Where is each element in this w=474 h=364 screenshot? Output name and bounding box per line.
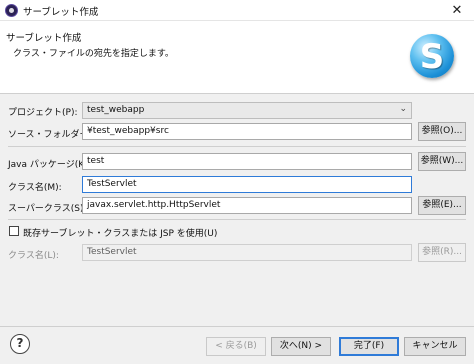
java-package-label: Java パッケージ(K):: [8, 160, 91, 170]
cancel-button[interactable]: キャンセル: [404, 337, 466, 356]
finish-button[interactable]: 完了(F): [339, 337, 399, 356]
superclass-input[interactable]: javax.servlet.http.HttpServlet: [82, 197, 412, 214]
chevron-down-icon: ⌄: [399, 104, 407, 114]
window-title: サーブレット作成: [23, 7, 99, 18]
use-existing-label: 既存サーブレット・クラスまたは JSP を使用(U): [23, 229, 218, 239]
separator: [8, 146, 466, 147]
class-name-input[interactable]: TestServlet: [82, 176, 412, 193]
browse-source-folder-button[interactable]: 参照(O)...: [418, 122, 466, 141]
browse-package-button[interactable]: 参照(W)...: [418, 152, 466, 171]
back-button[interactable]: < 戻る(B): [206, 337, 266, 356]
footer-separator: [0, 326, 474, 327]
use-existing-checkbox[interactable]: [9, 226, 19, 236]
java-package-input[interactable]: test: [82, 153, 412, 170]
project-select[interactable]: test_webapp ⌄: [82, 102, 412, 119]
browse-existing-class-button[interactable]: 参照(R)...: [418, 243, 466, 262]
wizard-description: クラス・ファイルの宛先を指定します。: [13, 49, 174, 59]
wizard-banner: サーブレット作成 クラス・ファイルの宛先を指定します。 S: [0, 21, 474, 94]
existing-class-input[interactable]: TestServlet: [82, 244, 412, 261]
browse-superclass-button[interactable]: 参照(E)...: [418, 196, 466, 215]
eclipse-icon: [5, 4, 18, 17]
wizard-title: サーブレット作成: [6, 33, 82, 44]
next-button[interactable]: 次へ(N) >: [271, 337, 331, 356]
superclass-label: スーパークラス(S):: [8, 204, 87, 214]
existing-class-label: クラス名(L):: [8, 251, 59, 261]
logo-letter: S: [419, 37, 445, 77]
servlet-logo-icon: S: [410, 34, 454, 78]
title-bar: サーブレット作成 ✕: [0, 0, 474, 21]
project-label: プロジェクト(P):: [8, 108, 78, 118]
source-folder-input[interactable]: ¥test_webapp¥src: [82, 123, 412, 140]
project-value: test_webapp: [87, 105, 145, 115]
help-icon[interactable]: ?: [10, 334, 30, 354]
class-name-label: クラス名(M):: [8, 183, 62, 193]
separator: [8, 219, 466, 220]
close-button[interactable]: ✕: [440, 0, 474, 21]
